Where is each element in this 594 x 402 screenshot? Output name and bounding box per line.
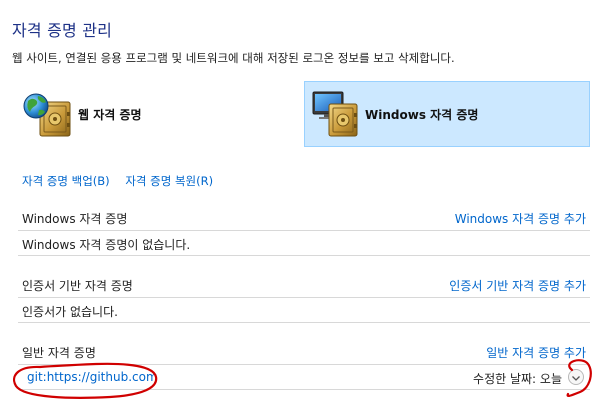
add-generic-credential-link[interactable]: 일반 자격 증명 추가	[486, 344, 586, 361]
windows-credentials-tile[interactable]: Windows 자격 증명	[304, 81, 590, 147]
backup-restore-links: 자격 증명 백업(B) 자격 증명 복원(R)	[22, 173, 213, 189]
add-windows-credential-link[interactable]: Windows 자격 증명 추가	[455, 210, 586, 227]
credential-row-github[interactable]: git:https://github.com 수정한 날짜: 오늘	[18, 365, 590, 390]
backup-credentials-link[interactable]: 자격 증명 백업(B)	[22, 174, 110, 188]
section-title: 인증서 기반 자격 증명	[22, 279, 133, 293]
web-credentials-label: 웹 자격 증명	[78, 107, 142, 122]
credential-modified-date: 수정한 날짜: 오늘	[473, 372, 562, 386]
credential-manager-page: 자격 증명 관리 웹 사이트, 연결된 응용 프로그램 및 네트워크에 대해 저…	[0, 0, 594, 402]
web-credentials-tile[interactable]: 웹 자격 증명	[18, 81, 288, 147]
section-title: 일반 자격 증명	[22, 346, 96, 360]
section-header: 인증서 기반 자격 증명 인증서 기반 자격 증명 추가	[18, 273, 590, 298]
section-body: Windows 자격 증명이 없습니다.	[18, 231, 590, 256]
page-description: 웹 사이트, 연결된 응용 프로그램 및 네트워크에 대해 저장된 로그온 정보…	[12, 51, 455, 65]
generic-credentials-section: 일반 자격 증명 일반 자격 증명 추가 git:https://github.…	[18, 340, 590, 390]
windows-vault-icon	[305, 84, 365, 144]
certificate-credentials-section: 인증서 기반 자격 증명 인증서 기반 자격 증명 추가 인증서가 없습니다.	[18, 273, 590, 323]
expand-chevron-icon[interactable]	[568, 369, 584, 385]
section-header: 일반 자격 증명 일반 자격 증명 추가	[18, 340, 590, 365]
credential-name: git:https://github.com	[27, 370, 158, 384]
empty-message: 인증서가 없습니다.	[22, 305, 118, 319]
page-title: 자격 증명 관리	[12, 21, 113, 40]
add-certificate-credential-link[interactable]: 인증서 기반 자격 증명 추가	[449, 277, 586, 294]
windows-credentials-section: Windows 자격 증명 Windows 자격 증명 추가 Windows 자…	[18, 206, 590, 256]
section-body: 인증서가 없습니다.	[18, 298, 590, 323]
empty-message: Windows 자격 증명이 없습니다.	[22, 238, 191, 252]
section-header: Windows 자격 증명 Windows 자격 증명 추가	[18, 206, 590, 231]
windows-credentials-label: Windows 자격 증명	[365, 107, 479, 122]
section-title: Windows 자격 증명	[22, 212, 128, 226]
restore-credentials-link[interactable]: 자격 증명 복원(R)	[125, 174, 213, 188]
web-vault-icon	[18, 84, 78, 144]
